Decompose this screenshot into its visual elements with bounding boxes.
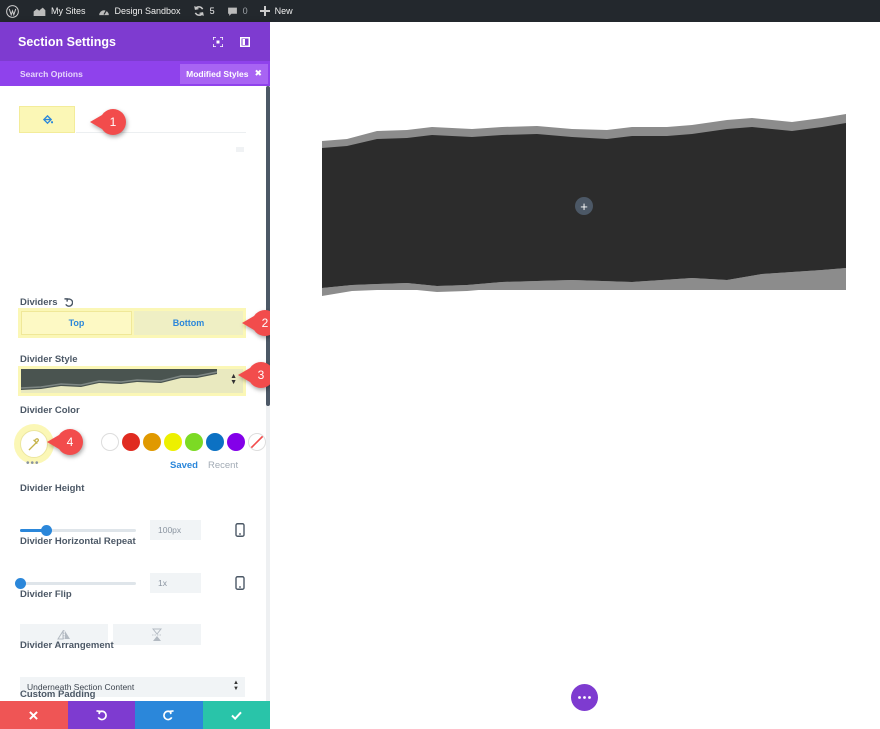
tab-bottom[interactable]: Bottom [134, 311, 243, 335]
panel-title: Section Settings [18, 34, 116, 49]
slider-thumb[interactable] [15, 578, 26, 589]
reset-icon[interactable] [63, 298, 73, 307]
swatch-orange[interactable] [143, 433, 161, 451]
section-settings-panel: Section Settings Search Options Modified… [0, 22, 270, 729]
panel-subheader: Search Options Modified Styles ✖ [0, 61, 270, 86]
divider-repeat-slider[interactable] [15, 578, 136, 589]
callout-marker: 4 [47, 429, 83, 455]
divider-style-preview: ▲ ▼ [21, 369, 243, 393]
flip-horizontal-icon [57, 629, 70, 640]
select-arrows-icon: ▲ ▼ [233, 680, 239, 692]
picker-inner [20, 430, 48, 458]
undo-button[interactable] [67, 701, 135, 729]
custom-padding-label: Custom Padding [20, 689, 96, 700]
divider-height-slider[interactable] [20, 525, 136, 536]
responsive-phone-icon[interactable] [235, 576, 245, 590]
modified-styles-label: Modified Styles [186, 68, 249, 79]
responsive-phone-icon[interactable] [235, 523, 245, 537]
search-options[interactable]: Search Options [20, 69, 180, 79]
divider-repeat-input[interactable]: 1x [150, 573, 201, 593]
comments-link[interactable]: 0 [221, 0, 254, 22]
callout-marker: 3 [238, 362, 274, 388]
my-sites-icon [33, 7, 46, 16]
comments-count: 0 [242, 6, 248, 16]
site-name-label: Design Sandbox [114, 6, 181, 16]
color-swatches [80, 433, 266, 451]
divider-color-label: Divider Color [20, 405, 80, 416]
paint-bucket-icon [42, 114, 53, 124]
divider-style-label: Divider Style [20, 354, 78, 365]
checkmark-icon [231, 711, 242, 720]
dashboard-icon [98, 9, 109, 15]
save-button[interactable] [202, 701, 270, 729]
swatch-white[interactable] [101, 433, 119, 451]
divider-position-toggle: Top Bottom [18, 308, 246, 338]
expand-icon[interactable] [211, 35, 225, 49]
more-colors-icon[interactable]: ••• [26, 458, 40, 469]
recent-colors-tab[interactable]: Recent [208, 460, 238, 471]
updates-count: 5 [209, 6, 215, 16]
divider-style-select[interactable]: ▲ ▼ [18, 366, 246, 396]
panel-footer [0, 701, 270, 729]
divider-height-input[interactable]: 100px [150, 520, 201, 540]
updates-icon [193, 6, 204, 16]
swatch-blue[interactable] [206, 433, 224, 451]
flip-vertical-button[interactable] [113, 624, 201, 645]
close-icon[interactable]: ✖ [254, 68, 262, 79]
saved-colors-tab[interactable]: Saved [170, 460, 198, 471]
updates-link[interactable]: 5 [187, 0, 221, 22]
select-arrows-icon: ▲ ▼ [230, 373, 237, 386]
new-label: New [274, 6, 293, 16]
undo-icon [96, 709, 107, 720]
swatch-transparent[interactable] [248, 433, 266, 451]
swatch-yellow[interactable] [164, 433, 182, 451]
cancel-button[interactable] [0, 701, 68, 729]
page-settings-button[interactable] [571, 684, 598, 711]
my-sites-menu[interactable]: My Sites [27, 0, 92, 22]
admin-bar: My Sites Design Sandbox 5 0 New [0, 0, 880, 22]
flip-vertical-icon [152, 628, 162, 641]
divider-repeat-label: Divider Horizontal Repeat [20, 536, 136, 547]
dividers-label: Dividers [20, 297, 58, 308]
tab-top[interactable]: Top [21, 311, 132, 335]
callout-number: 4 [57, 429, 83, 455]
callout-number: 1 [100, 109, 126, 135]
site-name-menu[interactable]: Design Sandbox [92, 0, 187, 22]
more-options-icon [578, 696, 591, 699]
preview-placeholder [236, 147, 244, 152]
close-icon [29, 710, 39, 720]
panel-body: Dividers Top Bottom Divider Style ▲ ▼ Div… [0, 86, 270, 701]
divider-height-label: Divider Height [20, 483, 85, 494]
comment-icon [227, 7, 237, 16]
new-content-menu[interactable]: New [254, 0, 299, 22]
divider-flip-label: Divider Flip [20, 589, 72, 600]
eyedropper-icon [27, 437, 39, 451]
redo-button[interactable] [135, 701, 203, 729]
panel-header: Section Settings [0, 22, 270, 61]
wordpress-logo-icon[interactable] [0, 0, 27, 22]
swatch-purple[interactable] [227, 433, 245, 451]
background-fill-tab[interactable] [19, 106, 75, 133]
divider-style-thumbnail [21, 369, 218, 390]
no-color-icon [250, 435, 264, 449]
swatch-red[interactable] [122, 433, 140, 451]
modified-styles-filter[interactable]: Modified Styles ✖ [180, 63, 268, 84]
add-row-button[interactable]: + [575, 197, 593, 215]
redo-icon [163, 709, 174, 720]
sidebar-toggle-icon[interactable] [238, 35, 252, 49]
swatch-green[interactable] [185, 433, 203, 451]
divider-arrangement-label: Divider Arrangement [20, 640, 114, 651]
callout-marker: 1 [90, 109, 126, 135]
plus-icon [259, 6, 270, 16]
my-sites-label: My Sites [51, 6, 86, 16]
dividers-heading: Dividers [20, 297, 73, 308]
slider-thumb[interactable] [41, 525, 52, 536]
